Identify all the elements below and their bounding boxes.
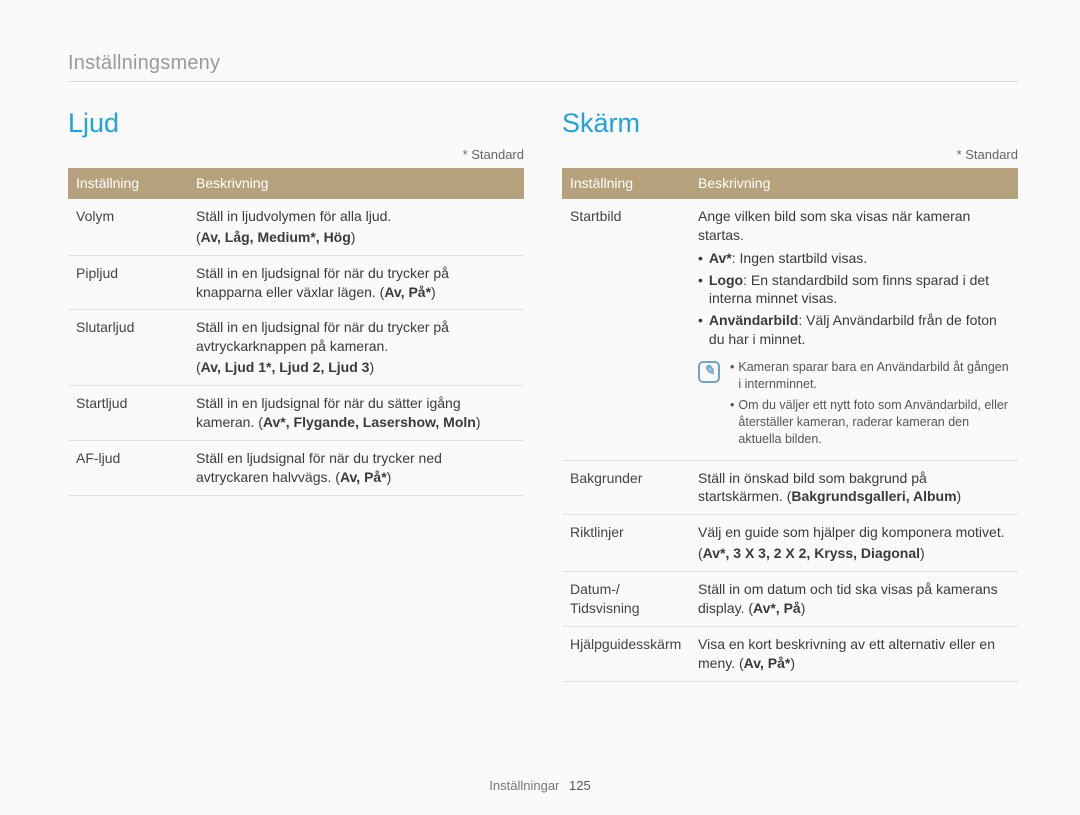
setting-cell: Volym <box>68 199 188 255</box>
table-row: Volym Ställ in ljudvolymen för alla ljud… <box>68 199 524 255</box>
table-row: Slutarljud Ställ in en ljudsignal för nä… <box>68 310 524 386</box>
setting-cell: Slutarljud <box>68 310 188 386</box>
table-row: Hjälpguidesskärm Visa en kort beskrivnin… <box>562 626 1018 681</box>
page-footer: Inställningar 125 <box>0 778 1080 793</box>
note-list: Kameran sparar bara en Användarbild åt g… <box>730 359 1010 451</box>
table-row: Riktlinjer Välj en guide som hjälper dig… <box>562 515 1018 572</box>
ljud-table: Inställning Beskrivning Volym Ställ in l… <box>68 168 524 496</box>
ljud-title: Ljud <box>68 108 524 139</box>
ljud-section: Ljud * Standard Inställning Beskrivning … <box>68 108 524 682</box>
desc-cell: Ställ in om datum och tid ska visas på k… <box>690 572 1018 627</box>
setting-cell: Bakgrunder <box>562 460 690 515</box>
setting-cell: Riktlinjer <box>562 515 690 572</box>
footer-label: Inställningar <box>489 778 559 793</box>
setting-cell: Pipljud <box>68 255 188 310</box>
ljud-th-desc: Beskrivning <box>188 168 524 199</box>
table-row: Startbild Ange vilken bild som ska visas… <box>562 199 1018 460</box>
table-row: Bakgrunder Ställ in önskad bild som bakg… <box>562 460 1018 515</box>
desc-cell: Ställ in en ljudsignal för när du trycke… <box>188 255 524 310</box>
desc-cell: Ställ in önskad bild som bakgrund på sta… <box>690 460 1018 515</box>
standard-note-left: * Standard <box>68 147 524 162</box>
skarm-th-desc: Beskrivning <box>690 168 1018 199</box>
table-row: Datum-/ Tidsvisning Ställ in om datum oc… <box>562 572 1018 627</box>
setting-cell: Startbild <box>562 199 690 460</box>
footer-page: 125 <box>569 778 591 793</box>
desc-cell: Ställ en ljudsignal för när du trycker n… <box>188 440 524 495</box>
table-row: AF-ljud Ställ en ljudsignal för när du t… <box>68 440 524 495</box>
desc-cell: Ställ in en ljudsignal för när du sätter… <box>188 386 524 441</box>
desc-cell: Ange vilken bild som ska visas när kamer… <box>690 199 1018 460</box>
setting-cell: AF-ljud <box>68 440 188 495</box>
skarm-table: Inställning Beskrivning Startbild Ange v… <box>562 168 1018 682</box>
skarm-th-setting: Inställning <box>562 168 690 199</box>
table-row: Pipljud Ställ in en ljudsignal för när d… <box>68 255 524 310</box>
desc-cell: Ställ in en ljudsignal för när du trycke… <box>188 310 524 386</box>
ljud-th-setting: Inställning <box>68 168 188 199</box>
standard-note-right: * Standard <box>562 147 1018 162</box>
desc-cell: Visa en kort beskrivning av ett alternat… <box>690 626 1018 681</box>
note-icon: ✎ <box>698 361 720 383</box>
setting-cell: Startljud <box>68 386 188 441</box>
setting-cell: Datum-/ Tidsvisning <box>562 572 690 627</box>
desc-cell: Ställ in ljudvolymen för alla ljud. (Av,… <box>188 199 524 255</box>
breadcrumb: Inställningsmeny <box>68 52 1018 82</box>
table-row: Startljud Ställ in en ljudsignal för när… <box>68 386 524 441</box>
skarm-section: Skärm * Standard Inställning Beskrivning… <box>562 108 1018 682</box>
skarm-title: Skärm <box>562 108 1018 139</box>
setting-cell: Hjälpguidesskärm <box>562 626 690 681</box>
desc-cell: Välj en guide som hjälper dig komponera … <box>690 515 1018 572</box>
